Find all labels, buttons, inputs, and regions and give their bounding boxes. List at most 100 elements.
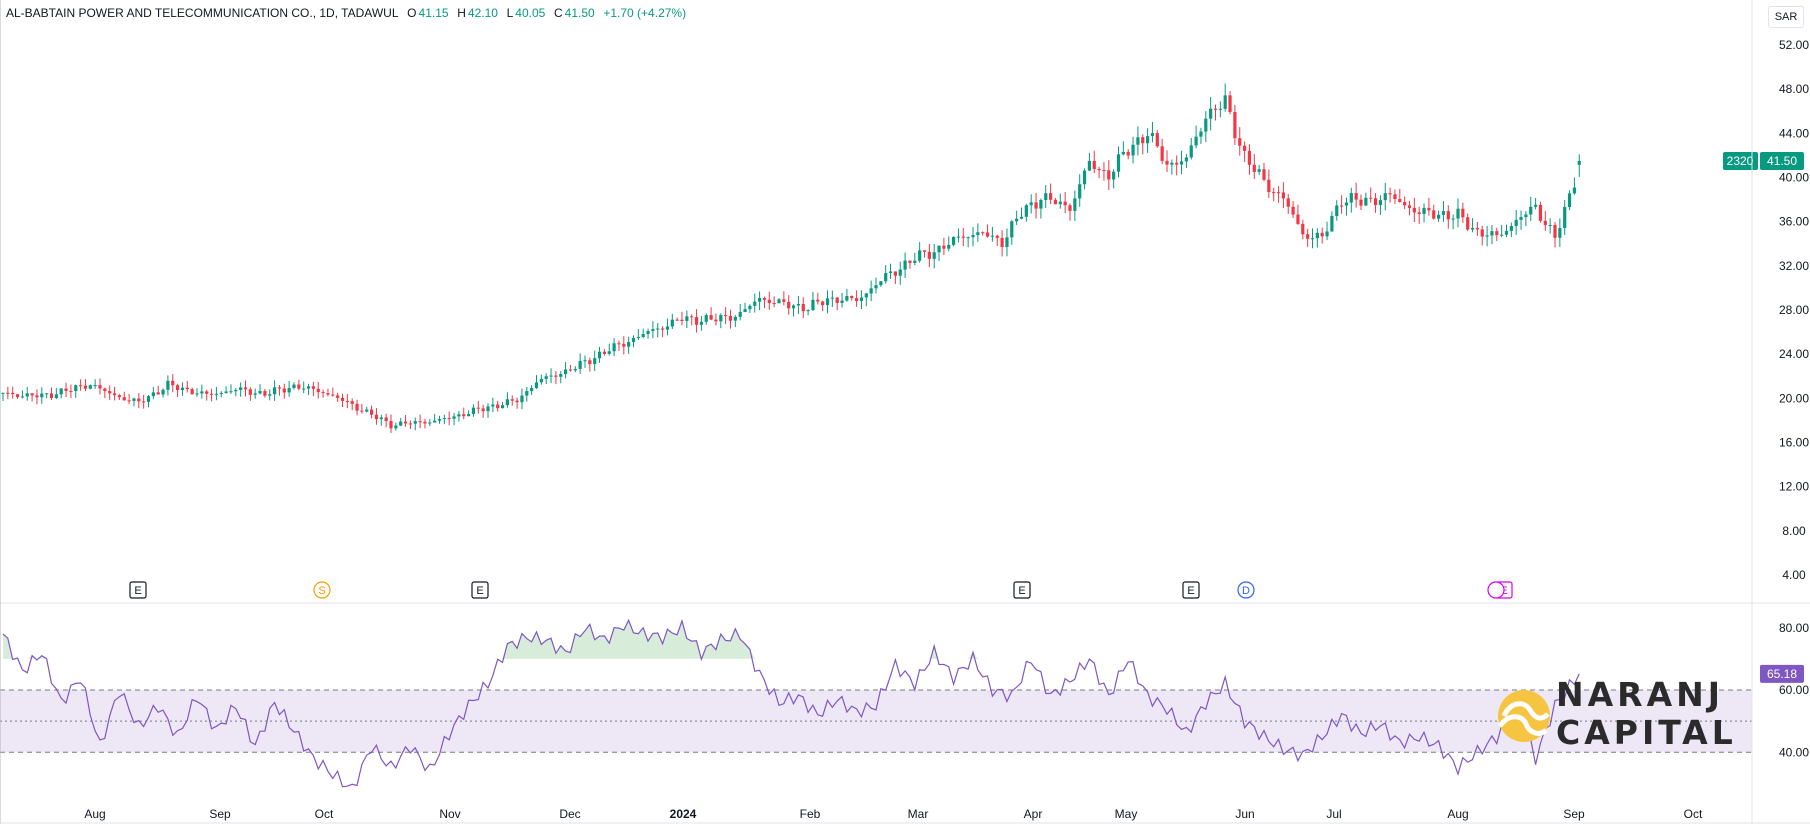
time-tick-label: Oct	[315, 807, 334, 821]
candle	[1567, 190, 1572, 211]
candle	[467, 410, 471, 417]
candle	[627, 336, 631, 354]
time-tick-label: Jun	[1235, 807, 1254, 821]
candle	[45, 392, 49, 399]
candle	[200, 384, 204, 399]
candle	[898, 261, 902, 285]
candle	[1427, 197, 1431, 216]
event-marker-split[interactable]: S	[313, 581, 331, 599]
open-value: 41.15	[418, 6, 449, 20]
svg-text:E: E	[1187, 585, 1194, 597]
candle	[287, 381, 291, 397]
candle	[35, 389, 39, 405]
candle	[825, 290, 830, 314]
candle	[1495, 227, 1499, 242]
candle	[132, 397, 136, 407]
candle	[151, 386, 155, 400]
open-label: O	[407, 6, 417, 20]
candle	[753, 293, 757, 313]
candle	[801, 297, 805, 319]
candle	[282, 383, 286, 399]
candle	[821, 300, 825, 312]
candle	[777, 298, 781, 304]
candle	[1058, 193, 1062, 209]
candle	[491, 397, 495, 413]
event-marker-earnings[interactable]: E	[1182, 581, 1200, 599]
candle	[1276, 186, 1281, 203]
candle	[1437, 210, 1441, 222]
svg-text:E: E	[134, 585, 141, 597]
candle	[1010, 220, 1014, 245]
naranj-capital-logo: NARANJ CAPITAL	[1496, 676, 1736, 756]
candle	[15, 394, 20, 399]
candle	[670, 313, 674, 330]
candle	[1310, 228, 1315, 249]
candle	[1315, 228, 1319, 248]
candle	[597, 346, 602, 363]
candle	[1330, 211, 1334, 232]
candle	[399, 417, 403, 427]
candle	[59, 388, 63, 399]
candle	[694, 309, 699, 333]
candle	[54, 388, 58, 400]
candle	[370, 405, 374, 419]
candle	[302, 381, 306, 394]
candle	[1150, 121, 1155, 143]
candle	[1213, 104, 1218, 121]
candle	[219, 391, 223, 398]
candle	[593, 350, 597, 371]
candle	[1480, 225, 1484, 246]
candle	[88, 384, 92, 390]
candle	[98, 378, 102, 395]
candle	[855, 290, 859, 307]
candle	[1267, 169, 1271, 198]
logo-line-1: NARANJ	[1556, 675, 1725, 714]
change-value: +1.70 (+4.27%)	[603, 6, 687, 20]
candle	[850, 295, 854, 301]
alert-marker-icon[interactable]	[1487, 581, 1505, 599]
candle	[1577, 154, 1581, 177]
time-tick-label: Feb	[800, 807, 821, 821]
symbol-legend: AL-BABTAIN POWER AND TELECOMMUNICATION C…	[6, 6, 688, 20]
candle	[520, 388, 524, 410]
candle	[69, 384, 73, 399]
candle	[602, 349, 606, 356]
candle	[462, 407, 466, 420]
candle	[656, 322, 660, 338]
candle	[1369, 187, 1373, 203]
event-marker-dividend[interactable]: D	[1237, 581, 1255, 599]
candle	[874, 277, 878, 294]
candle	[956, 228, 961, 243]
svg-text:65.18: 65.18	[1767, 667, 1797, 681]
rsi-tick-label: 80.00	[1779, 621, 1809, 635]
candle	[224, 386, 228, 394]
event-marker-earnings[interactable]: E	[129, 581, 147, 599]
candle	[1252, 154, 1256, 180]
candle	[229, 384, 233, 394]
candle	[641, 328, 645, 339]
candle	[1446, 205, 1450, 229]
candle	[1209, 97, 1213, 131]
svg-text:D: D	[1242, 585, 1250, 597]
candle	[699, 315, 703, 331]
candle	[578, 353, 582, 374]
event-marker-earnings[interactable]: E	[1013, 581, 1031, 599]
candle	[1325, 221, 1329, 241]
candle	[1548, 218, 1552, 234]
candle	[728, 309, 733, 329]
candle	[345, 394, 349, 409]
candle	[888, 263, 893, 279]
candle	[709, 307, 713, 321]
candle	[394, 422, 398, 431]
time-tick-label: Mar	[908, 807, 929, 821]
event-marker-earnings[interactable]: E	[471, 581, 489, 599]
candle	[355, 399, 359, 416]
candle	[1543, 211, 1547, 231]
candle	[1039, 198, 1043, 219]
candle	[879, 280, 883, 287]
candle	[437, 415, 442, 424]
currency-button[interactable]: SAR	[1768, 6, 1804, 28]
price-tick-label: 52.00	[1779, 38, 1809, 52]
candle	[25, 387, 29, 401]
candle	[1175, 155, 1179, 176]
